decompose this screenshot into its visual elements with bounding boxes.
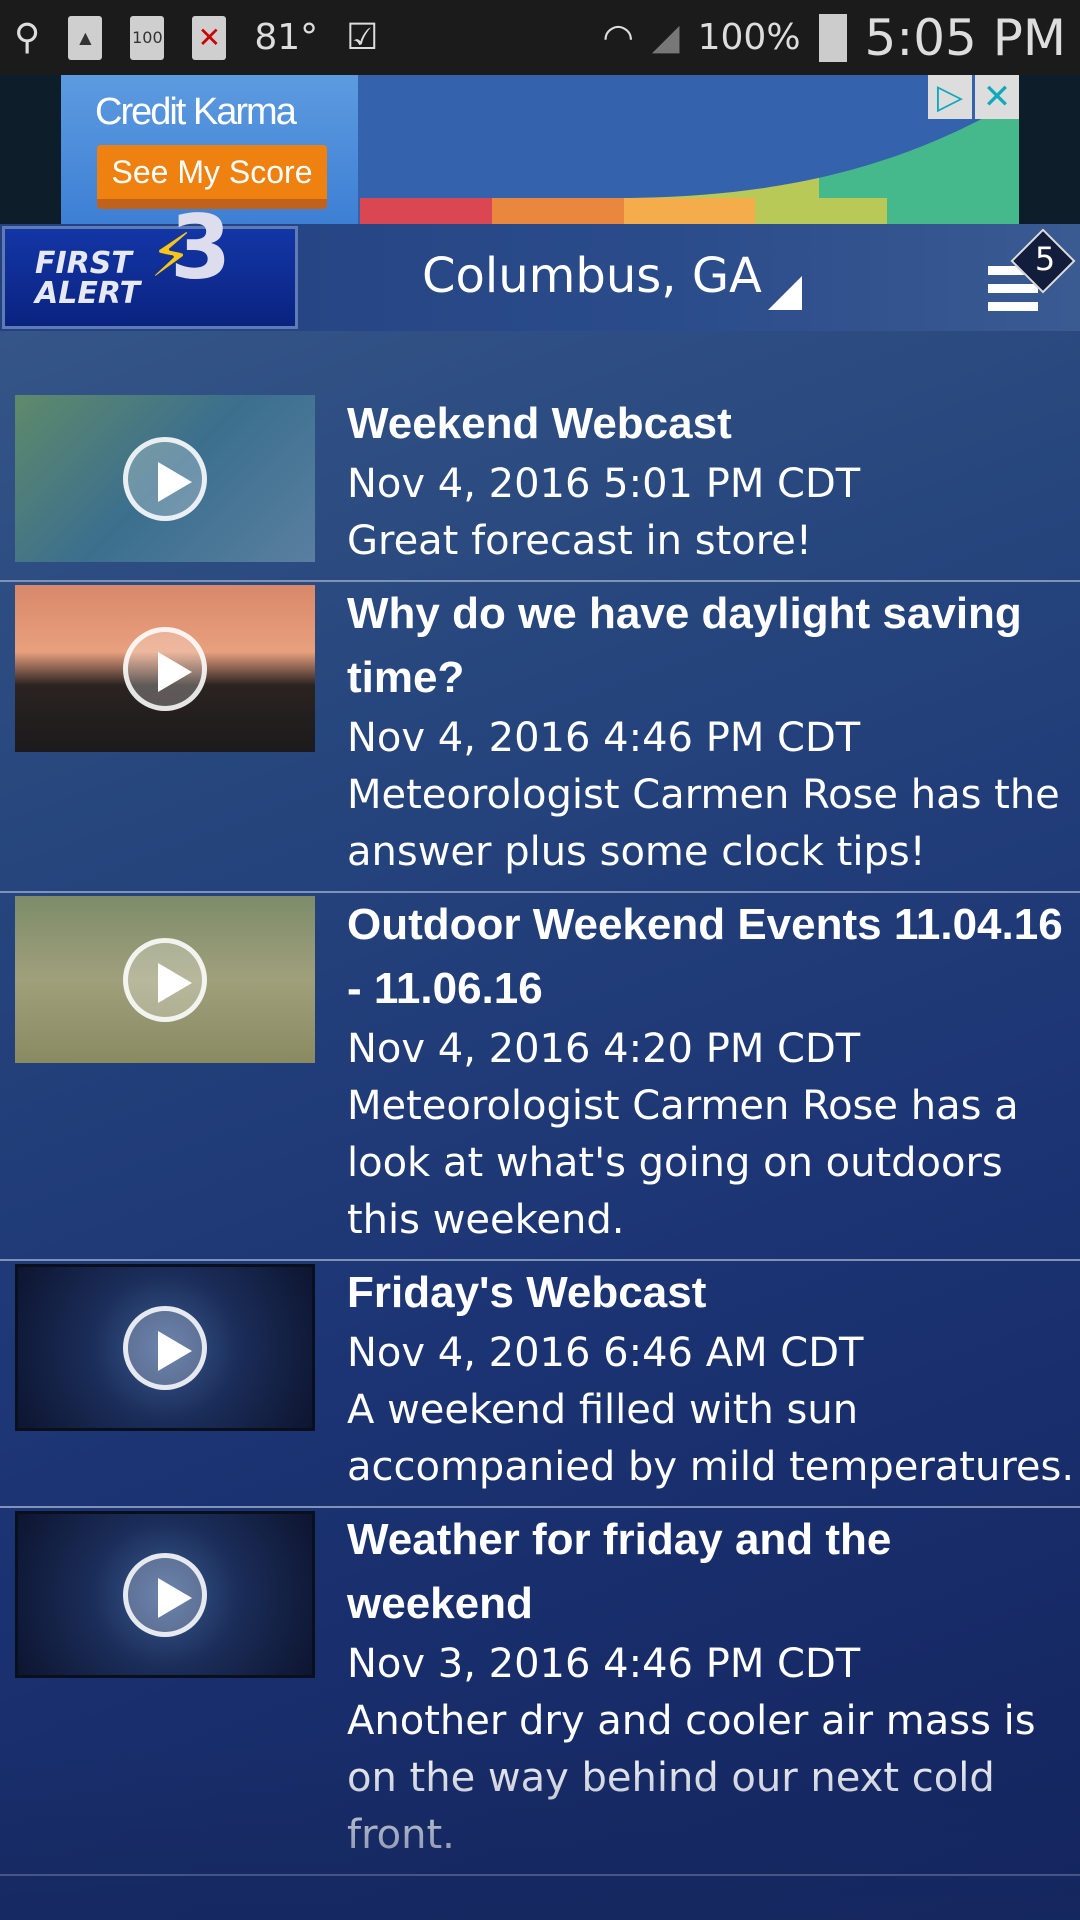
ad-bar	[360, 198, 492, 224]
status-bar: ⚲ ▲ 100 ✕ 81° ☑ ◠ ◢ 100% 5:05 PM	[0, 0, 1080, 75]
ad-bar	[491, 198, 624, 224]
signal-icon: ◢	[651, 17, 680, 58]
wifi-icon: ◠	[602, 17, 634, 58]
ad-score-bars	[360, 198, 1019, 224]
ad-brand: Credit Karma	[95, 91, 297, 133]
clock: 5:05 PM	[864, 8, 1066, 67]
adchoices-icon[interactable]: ▷	[928, 75, 972, 119]
battery-icon	[818, 13, 847, 62]
ad-banner-container: Credit Karma See My Score ▷ ✕	[0, 75, 1080, 224]
notification-count: 5	[1034, 240, 1056, 278]
ad-bar	[887, 198, 1019, 224]
bottom-fade	[0, 1740, 1080, 1920]
item-description: Meteorologist Carmen Rose has the answer…	[347, 772, 1060, 875]
video-thumbnail[interactable]	[15, 585, 315, 752]
ad-bar	[623, 198, 756, 224]
ad-bar	[755, 198, 888, 224]
dropdown-triangle-icon[interactable]	[768, 276, 802, 310]
item-date: Nov 4, 2016 5:01 PM CDT	[347, 461, 861, 507]
first-alert-logo[interactable]: FIRST ALERT ⚡ 3	[2, 204, 298, 329]
video-thumbnail[interactable]	[15, 395, 315, 562]
list-item[interactable]: Why do we have daylight saving time? Nov…	[0, 582, 1080, 893]
video-thumbnail[interactable]	[15, 896, 315, 1063]
image-icon: ▲	[68, 15, 103, 60]
item-date: Nov 3, 2016 4:46 PM CDT	[347, 1641, 861, 1687]
list-item[interactable]: Weekend Webcast Nov 4, 2016 5:01 PM CDT …	[0, 392, 1080, 582]
item-title[interactable]: Why do we have daylight saving time?	[347, 582, 1080, 710]
item-title[interactable]: Weekend Webcast	[347, 392, 1080, 456]
play-icon[interactable]	[123, 1305, 207, 1390]
video-thumbnail[interactable]	[15, 1264, 315, 1431]
clipboard-check-icon: ☑	[346, 17, 379, 58]
item-date: Nov 4, 2016 4:46 PM CDT	[347, 715, 861, 761]
close-ad-icon[interactable]: ✕	[975, 75, 1019, 119]
play-icon[interactable]	[123, 626, 207, 711]
sd-card-error-icon: ✕	[192, 15, 227, 60]
item-title[interactable]: Friday's Webcast	[347, 1261, 1080, 1325]
play-icon[interactable]	[123, 1552, 207, 1637]
video-thumbnail[interactable]	[15, 1511, 315, 1678]
video-list: Weekend Webcast Nov 4, 2016 5:01 PM CDT …	[0, 392, 1080, 1876]
battery-percent: 100%	[697, 17, 801, 58]
app-header: FIRST ALERT ⚡ 3 Columbus, GA 5	[0, 204, 1080, 331]
play-icon[interactable]	[123, 436, 207, 521]
list-item[interactable]: Friday's Webcast Nov 4, 2016 6:46 AM CDT…	[0, 1261, 1080, 1508]
item-description: Meteorologist Carmen Rose has a look at …	[347, 1083, 1019, 1243]
item-date: Nov 4, 2016 6:46 AM CDT	[347, 1330, 864, 1376]
usb-icon: ⚲	[14, 17, 41, 58]
battery-100-icon: 100	[130, 15, 165, 60]
item-description: A weekend filled with sun accompanied by…	[347, 1387, 1075, 1490]
item-title[interactable]: Outdoor Weekend Events 11.04.16 - 11.06.…	[347, 893, 1080, 1021]
temperature: 81°	[254, 17, 319, 58]
list-item[interactable]: Outdoor Weekend Events 11.04.16 - 11.06.…	[0, 893, 1080, 1261]
item-title[interactable]: Weather for friday and the weekend	[347, 1508, 1080, 1636]
item-date: Nov 4, 2016 4:20 PM CDT	[347, 1026, 861, 1072]
item-description: Great forecast in store!	[347, 518, 812, 564]
location-selector[interactable]: Columbus, GA	[422, 248, 762, 304]
play-icon[interactable]	[123, 937, 207, 1022]
